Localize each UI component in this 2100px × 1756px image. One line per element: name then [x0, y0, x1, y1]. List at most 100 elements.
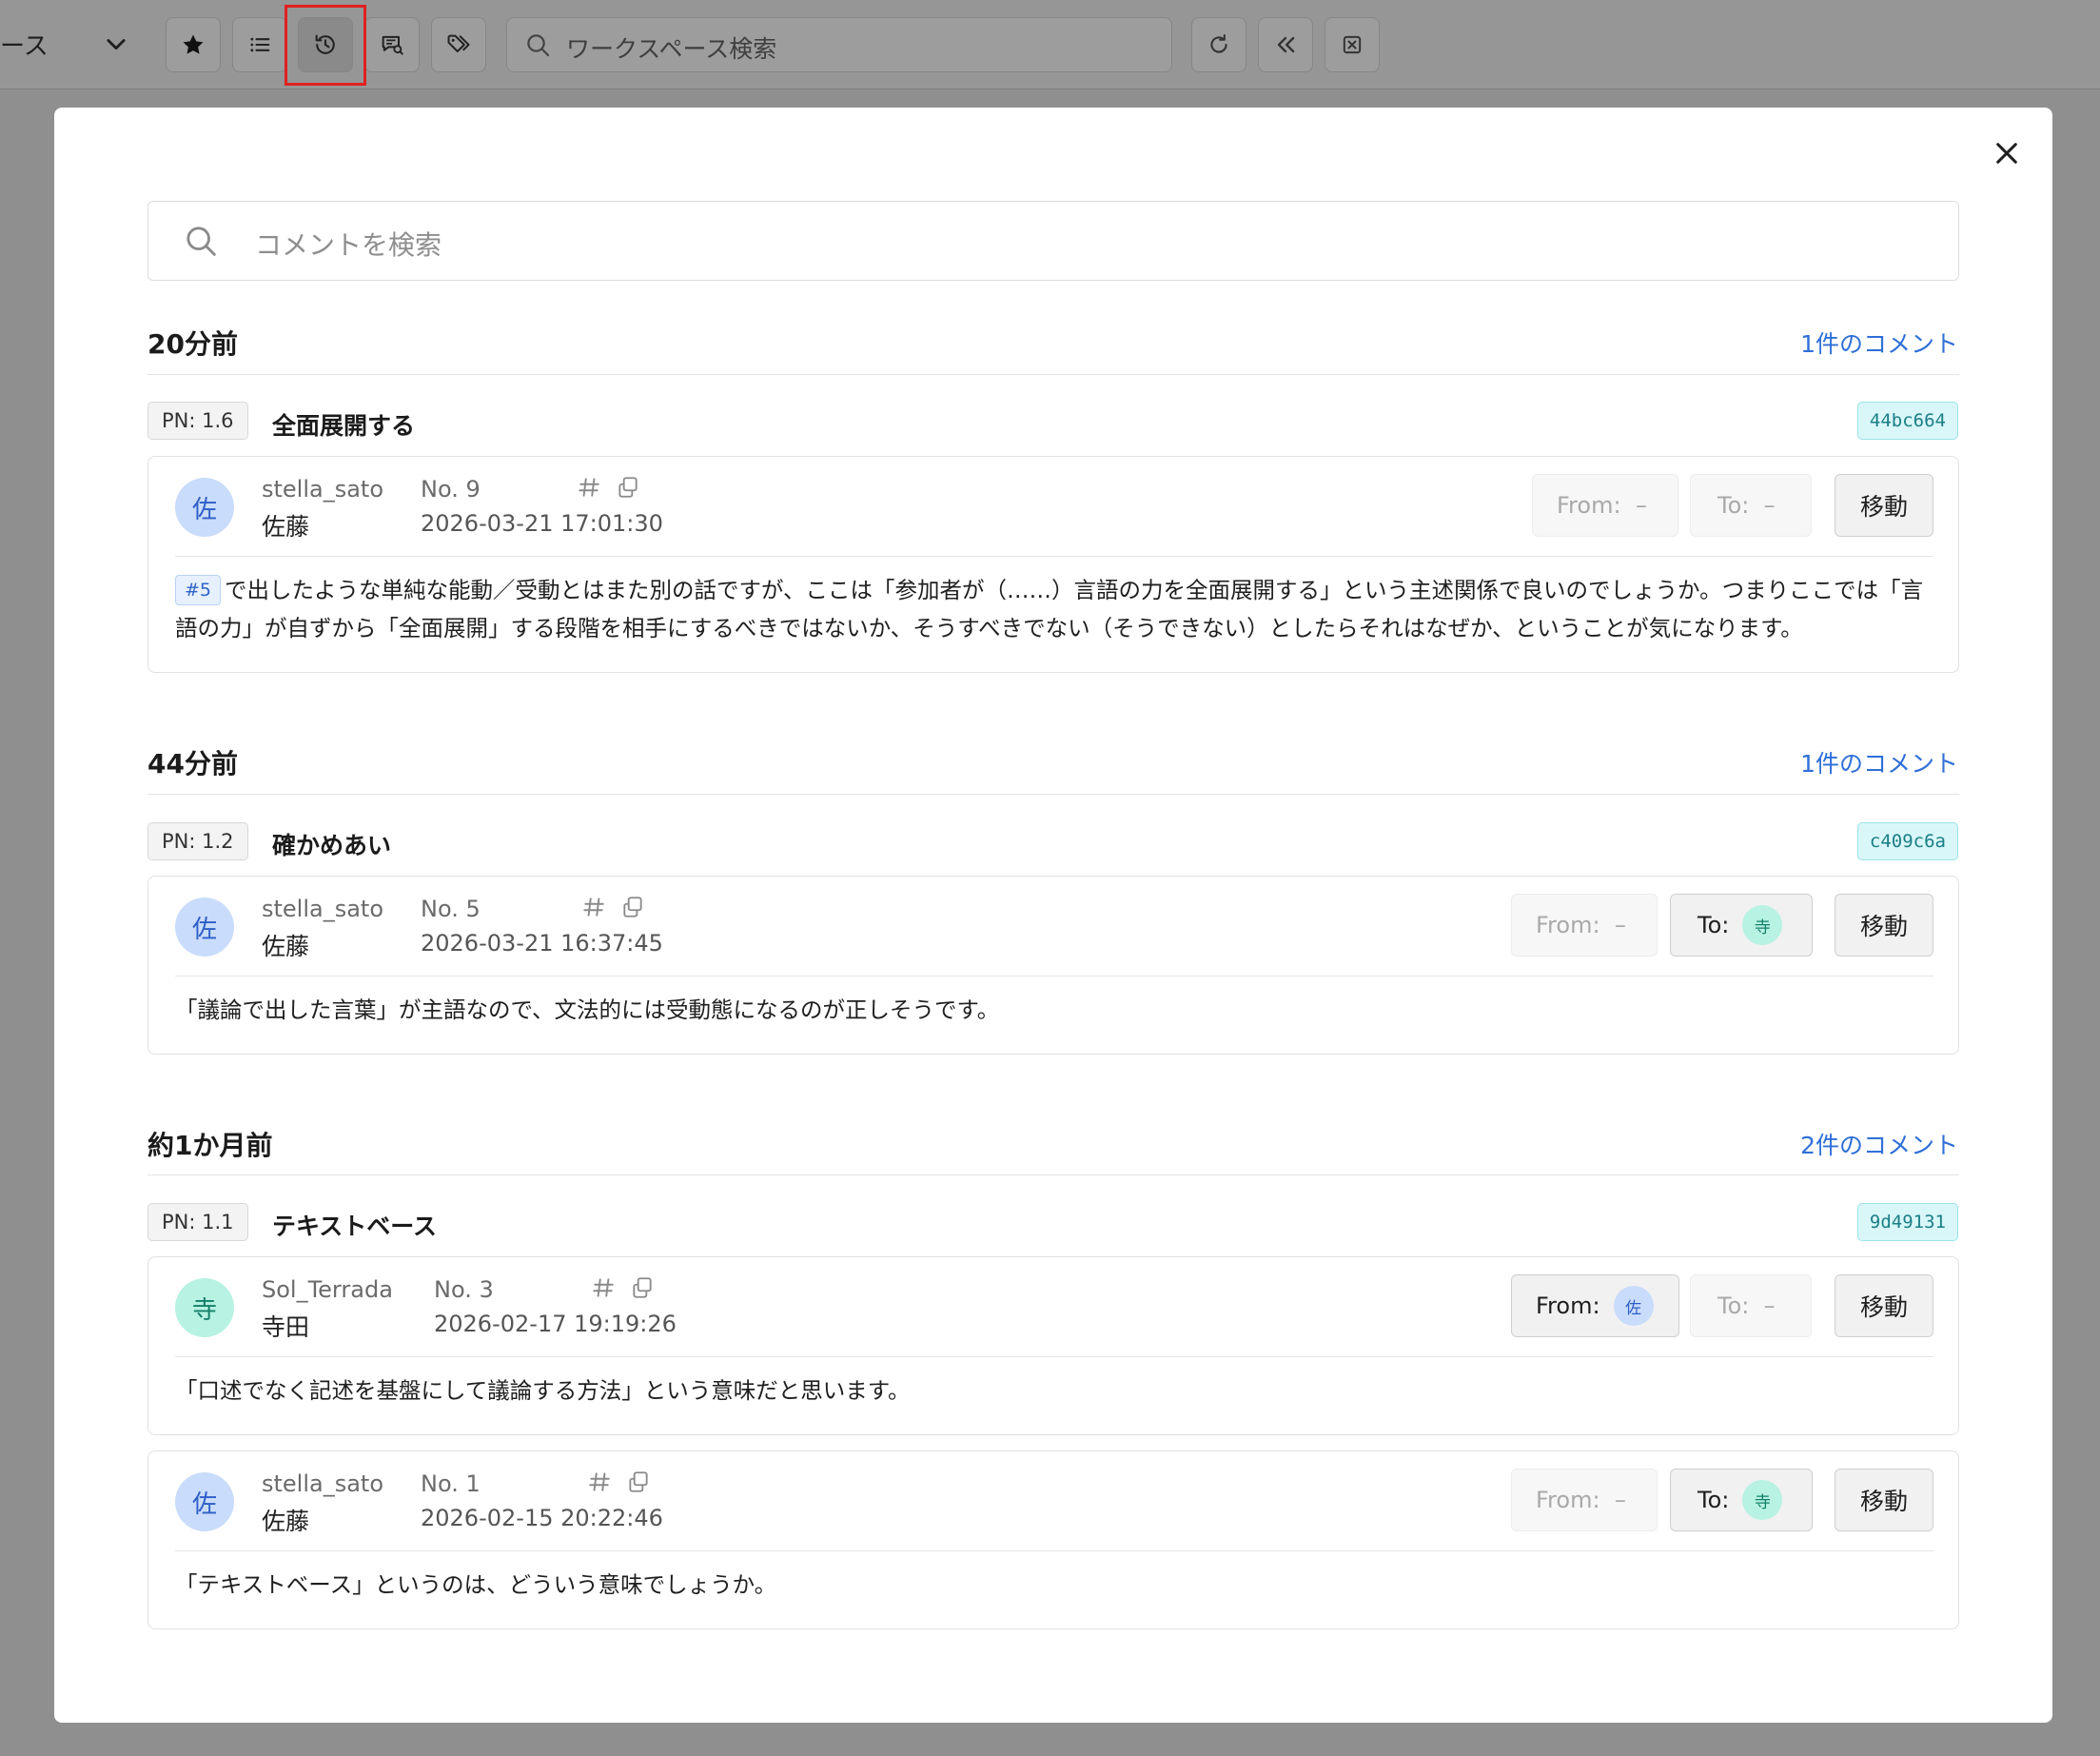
- comment-body: 「口述でなく記述を基盤にして議論する方法」という意味だと思います。: [175, 1377, 911, 1404]
- comment-realname: 佐藤: [262, 933, 310, 960]
- pn-badge: PN: 1.2: [147, 822, 248, 860]
- comment-number: No. 3: [434, 1276, 494, 1303]
- hash-link-icon[interactable]: [581, 895, 606, 919]
- close-panel-button[interactable]: [1325, 17, 1380, 72]
- pn-badge: PN: 1.6: [147, 402, 248, 440]
- copy-icon[interactable]: [630, 1275, 655, 1300]
- comment-realname: 寺田: [262, 1313, 310, 1341]
- move-button[interactable]: 移動: [1835, 1469, 1933, 1531]
- group-comment-count-link[interactable]: 1件のコメント: [1800, 326, 1958, 360]
- avatar: 佐: [175, 1472, 234, 1531]
- favorites-button[interactable]: [166, 17, 221, 72]
- comment-search-placeholder: コメントを検索: [255, 229, 442, 261]
- comment-number: No. 1: [421, 1470, 481, 1497]
- workspace-name[interactable]: ース: [0, 27, 49, 62]
- comment-card: 佐 stella_sato 佐藤 No. 9 2026-03-21 17:01:…: [147, 456, 1959, 673]
- group-comment-count-link[interactable]: 2件のコメント: [1800, 1127, 1958, 1161]
- comment-card: 寺 Sol_Terrada 寺田 No. 3 2026-02-17 19:19:…: [147, 1256, 1959, 1435]
- comment-username: stella_sato: [262, 476, 384, 503]
- refresh-icon: [1210, 34, 1227, 53]
- from-label: From:: [1536, 912, 1600, 938]
- hash-link-icon[interactable]: [577, 475, 601, 500]
- group-time: 20分前: [147, 328, 238, 360]
- tags-button[interactable]: [431, 17, 486, 72]
- tags-icon: [447, 34, 470, 52]
- comment-username: Sol_Terrada: [262, 1276, 393, 1303]
- comment-body: 「議論で出した言葉」が主語なので、文法的には受動態になるのが正しそうです。: [175, 996, 1000, 1023]
- card-divider: [175, 1550, 1933, 1551]
- group-divider: [147, 1174, 1959, 1175]
- refresh-button[interactable]: [1191, 17, 1246, 72]
- from-filter[interactable]: From: –: [1532, 474, 1678, 537]
- star-icon: [183, 34, 204, 54]
- pn-title: 確かめあい: [272, 832, 392, 859]
- selection-highlight: [285, 5, 366, 86]
- group-time: 44分前: [147, 748, 238, 779]
- comment-card: 佐 stella_sato 佐藤 No. 5 2026-03-21 16:37:…: [147, 876, 1959, 1055]
- from-empty: –: [1614, 912, 1626, 938]
- from-avatar: 佐: [1613, 1286, 1654, 1326]
- from-filter[interactable]: From: –: [1511, 894, 1658, 957]
- group-comment-count-link[interactable]: 1件のコメント: [1800, 745, 1958, 779]
- comment-datetime: 2026-03-21 16:37:45: [421, 930, 663, 957]
- card-divider: [175, 976, 1933, 977]
- to-filter[interactable]: To: 寺: [1670, 1469, 1813, 1531]
- from-label: From:: [1557, 492, 1621, 519]
- outline-button[interactable]: [232, 17, 287, 72]
- comment-realname: 佐藤: [262, 1508, 310, 1535]
- comment-username: stella_sato: [262, 1470, 384, 1497]
- from-empty: –: [1635, 492, 1647, 519]
- copy-icon[interactable]: [626, 1470, 651, 1494]
- to-filter[interactable]: To: 寺: [1670, 894, 1813, 957]
- comment-ref-chip[interactable]: #5: [175, 575, 222, 605]
- search-icon: [186, 227, 216, 256]
- comment-search-icon: [382, 35, 403, 55]
- hash-link-icon[interactable]: [591, 1275, 616, 1300]
- list-icon: [250, 37, 270, 52]
- comment-number: No. 9: [421, 476, 481, 503]
- group-time: 約1か月前: [147, 1130, 273, 1161]
- commit-hash-badge[interactable]: 9d49131: [1856, 1203, 1958, 1241]
- move-button[interactable]: 移動: [1835, 474, 1933, 537]
- workspace-search-input[interactable]: ワークスペース検索: [506, 17, 1172, 72]
- comment-datetime: 2026-02-17 19:19:26: [434, 1311, 677, 1337]
- to-empty: –: [1763, 1292, 1776, 1319]
- comment-username: stella_sato: [262, 896, 384, 922]
- avatar: 佐: [175, 478, 234, 537]
- commit-hash-badge[interactable]: c409c6a: [1856, 822, 1958, 860]
- card-divider: [175, 556, 1933, 557]
- comment-search-input[interactable]: コメントを検索: [147, 201, 1959, 281]
- from-filter[interactable]: From: –: [1511, 1469, 1658, 1531]
- comment-realname: 佐藤: [262, 513, 310, 541]
- to-avatar: 寺: [1742, 905, 1783, 945]
- move-button[interactable]: 移動: [1835, 894, 1933, 957]
- copy-icon[interactable]: [616, 475, 640, 500]
- hash-link-icon[interactable]: [587, 1470, 612, 1494]
- from-filter[interactable]: From: 佐: [1511, 1274, 1679, 1337]
- avatar: 佐: [175, 898, 234, 957]
- group-divider: [147, 794, 1959, 795]
- move-button[interactable]: 移動: [1835, 1274, 1933, 1337]
- pn-title: テキストベース: [272, 1213, 438, 1240]
- to-filter[interactable]: To: –: [1690, 474, 1812, 537]
- to-label: To:: [1717, 1292, 1750, 1319]
- to-filter[interactable]: To: –: [1690, 1274, 1812, 1337]
- workspace-search-placeholder: ワークスペース検索: [566, 35, 777, 63]
- chevron-down-icon[interactable]: [103, 30, 129, 57]
- commit-hash-badge[interactable]: 44bc664: [1856, 402, 1958, 440]
- comment-card: 佐 stella_sato 佐藤 No. 1 2026-02-15 20:22:…: [147, 1450, 1959, 1629]
- close-box-icon: [1343, 35, 1362, 54]
- collapse-icon: [1277, 36, 1295, 53]
- pn-title: 全面展開する: [272, 412, 416, 440]
- comment-search-button[interactable]: [364, 17, 420, 72]
- pn-badge: PN: 1.1: [147, 1203, 248, 1241]
- comment-body: #5 で出したような単純な能動／受動とはまた別の話ですが、ここは「参加者が（……）…: [175, 571, 1933, 647]
- comment-datetime: 2026-03-21 17:01:30: [421, 510, 663, 537]
- to-label: To:: [1698, 912, 1730, 938]
- comment-body: 「テキストベース」というのは、どういう意味でしょうか。: [175, 1571, 777, 1598]
- collapse-button[interactable]: [1258, 17, 1313, 72]
- close-icon[interactable]: [1992, 138, 2022, 168]
- comment-text: で出したような単純な能動／受動とはまた別の話ですが、ここは「参加者が（……）言語…: [175, 577, 1924, 641]
- workspace-toolbar: ース ワークスペース検索: [0, 0, 2100, 89]
- copy-icon[interactable]: [620, 895, 645, 919]
